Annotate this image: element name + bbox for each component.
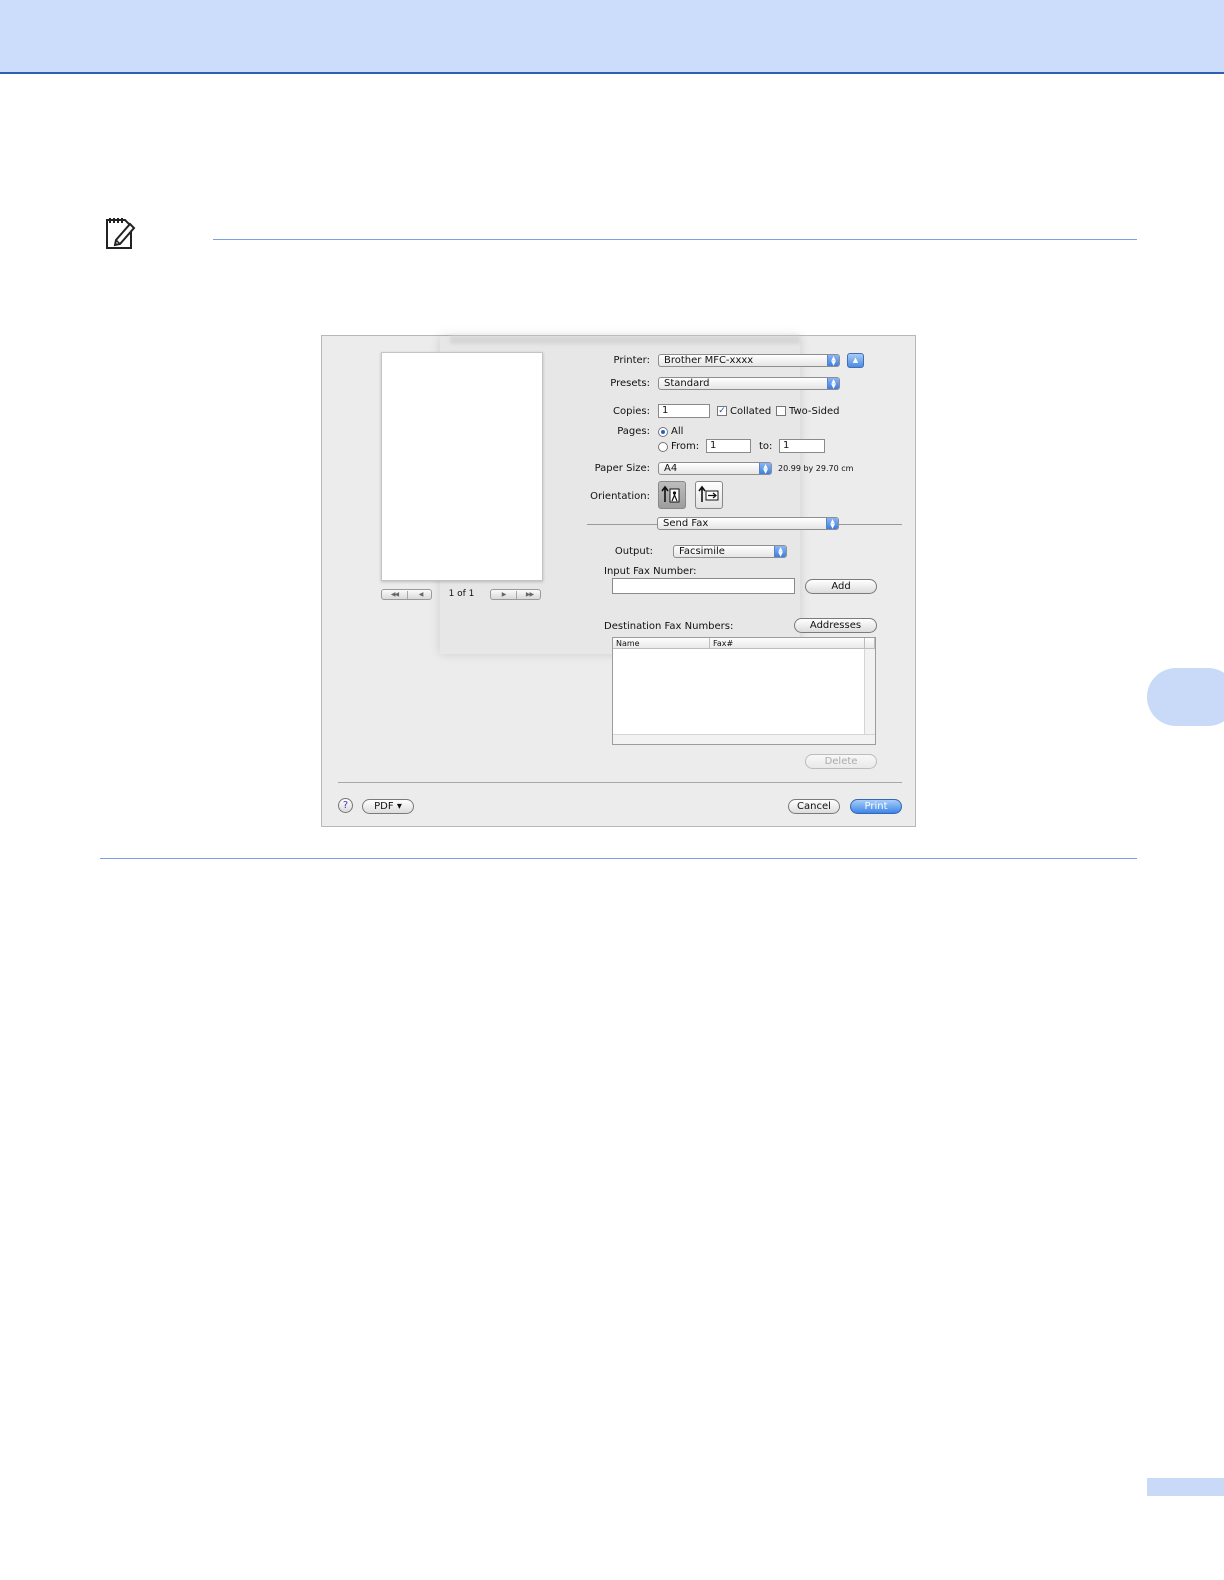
destination-list[interactable]: Name Fax# xyxy=(612,637,876,745)
copies-field[interactable]: 1 xyxy=(658,404,710,418)
previous-page-icon[interactable]: ◀ xyxy=(408,590,433,599)
first-page-icon[interactable]: ◀◀ xyxy=(382,590,407,599)
collated-label: Collated xyxy=(730,406,772,417)
popup-arrows-icon: ▲ ▼ xyxy=(827,378,839,389)
pages-label: Pages: xyxy=(617,426,650,437)
popup-arrows-icon: ▲ ▼ xyxy=(774,546,786,557)
popup-arrows-icon: ▲ ▼ xyxy=(827,355,839,366)
landscape-icon xyxy=(698,485,719,502)
add-button[interactable]: Add xyxy=(805,579,877,594)
orientation-label: Orientation: xyxy=(590,491,650,502)
note-top-rule xyxy=(213,239,1137,240)
print-button[interactable]: Print xyxy=(850,799,902,814)
help-button[interactable]: ? xyxy=(338,798,353,813)
printer-label: Printer: xyxy=(613,355,650,366)
copies-label: Copies: xyxy=(613,406,650,417)
pdf-menu-button[interactable]: PDF ▾ xyxy=(362,799,414,814)
preview-back-buttons[interactable]: ◀◀ ◀ xyxy=(381,589,432,600)
two-sided-label: Two-Sided xyxy=(789,406,840,417)
panel-menu-value: Send Fax xyxy=(663,518,709,529)
pages-all-label: All xyxy=(671,426,684,437)
paper-size-label: Paper Size: xyxy=(594,463,650,474)
popup-arrows-icon: ▲ ▼ xyxy=(826,518,838,529)
collapse-dialog-button[interactable]: ▲ xyxy=(847,353,864,368)
paper-size-value: A4 xyxy=(664,463,678,474)
panel-menu-popup[interactable]: Send Fax ▲ ▼ xyxy=(657,517,839,530)
next-page-icon[interactable]: ▶ xyxy=(491,590,516,599)
panel-divider-left xyxy=(587,524,657,525)
popup-arrows-icon: ▲ ▼ xyxy=(759,463,771,474)
fax-number-field[interactable] xyxy=(612,578,795,594)
column-header-blank xyxy=(865,638,875,649)
pages-to-label: to: xyxy=(759,441,773,452)
background-window-titlebar xyxy=(450,336,800,344)
landscape-orientation-button[interactable] xyxy=(695,481,723,509)
vertical-scrollbar[interactable] xyxy=(864,649,875,736)
panel-divider-right xyxy=(839,524,902,525)
column-header-fax[interactable]: Fax# xyxy=(710,638,865,649)
printer-popup[interactable]: Brother MFC-xxxx ▲ ▼ xyxy=(658,354,840,367)
column-header-name[interactable]: Name xyxy=(613,638,710,649)
presets-value: Standard xyxy=(664,378,710,389)
note-icon xyxy=(106,218,136,249)
cancel-button[interactable]: Cancel xyxy=(788,799,840,814)
last-page-icon[interactable]: ▶▶ xyxy=(517,590,542,599)
destination-label: Destination Fax Numbers: xyxy=(604,621,734,632)
portrait-icon xyxy=(661,485,680,503)
note-bottom-rule xyxy=(100,858,1137,859)
collated-checkbox[interactable]: ✓ xyxy=(717,406,727,416)
paper-size-popup[interactable]: A4 ▲ ▼ xyxy=(658,462,772,475)
pages-from-field[interactable]: 1 xyxy=(706,439,751,453)
output-popup[interactable]: Facsimile ▲ ▼ xyxy=(673,545,787,558)
delete-button[interactable]: Delete xyxy=(805,754,877,769)
horizontal-scrollbar[interactable] xyxy=(613,734,875,744)
page-count: 1 of 1 xyxy=(448,589,475,599)
pages-from-radio[interactable] xyxy=(658,442,668,452)
fax-number-label: Input Fax Number: xyxy=(604,566,697,577)
pages-from-label: From: xyxy=(671,441,700,452)
pages-all-radio[interactable] xyxy=(658,427,668,437)
two-sided-checkbox[interactable] xyxy=(776,406,786,416)
chapter-tab xyxy=(1147,668,1224,726)
printer-value: Brother MFC-xxxx xyxy=(664,355,754,366)
paper-dimensions: 20.99 by 29.70 cm xyxy=(778,464,854,473)
presets-label: Presets: xyxy=(610,378,650,389)
pages-to-field[interactable]: 1 xyxy=(779,439,825,453)
portrait-orientation-button[interactable] xyxy=(658,481,686,509)
page-number-tab xyxy=(1147,1478,1224,1496)
print-dialog: ◀◀ ◀ 1 of 1 ▶ ▶▶ Printer: Brother MFC-xx… xyxy=(321,335,916,827)
addresses-button[interactable]: Addresses xyxy=(794,618,877,633)
page-header-band xyxy=(0,0,1224,74)
output-value: Facsimile xyxy=(679,546,725,557)
output-label: Output: xyxy=(614,546,653,557)
page-preview xyxy=(381,352,543,581)
footer-divider xyxy=(338,782,902,783)
preview-forward-buttons[interactable]: ▶ ▶▶ xyxy=(490,589,541,600)
presets-popup[interactable]: Standard ▲ ▼ xyxy=(658,377,840,390)
